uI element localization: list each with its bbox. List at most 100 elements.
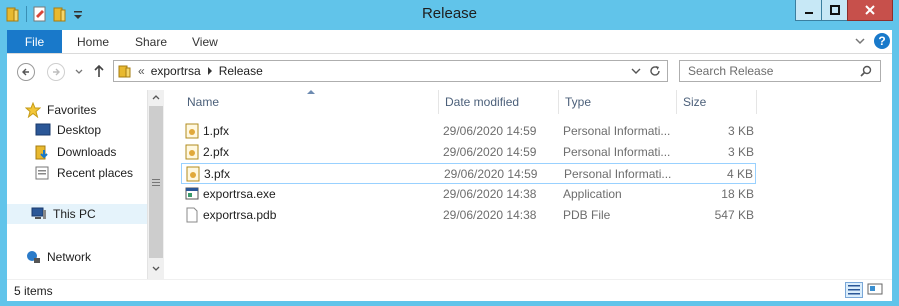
navigation-bar: « exportrsa Release: [7, 54, 892, 90]
file-list: Name Date modified Type Size 1.pfx 29/06…: [165, 90, 892, 279]
arrow-left-icon: [22, 68, 29, 76]
file-row[interactable]: 1.pfx 29/06/2020 14:59 Personal Informat…: [181, 121, 756, 142]
network-icon: [27, 251, 40, 263]
file-date: 29/06/2020 14:38: [443, 187, 537, 201]
close-icon: [865, 5, 875, 15]
certificate-icon: [185, 123, 199, 139]
nav-downloads[interactable]: Downloads: [35, 144, 116, 160]
nav-network-label: Network: [47, 250, 92, 264]
navigation-scrollbar[interactable]: [147, 90, 164, 279]
expand-ribbon-icon[interactable]: [854, 36, 866, 46]
file-name: exportrsa.pdb: [203, 208, 277, 222]
search-icon[interactable]: [860, 65, 872, 77]
address-bar[interactable]: « exportrsa Release: [113, 60, 668, 82]
computer-icon: [31, 207, 46, 219]
file-date: 29/06/2020 14:59: [443, 124, 537, 138]
breadcrumb-exportrsa[interactable]: exportrsa: [151, 64, 201, 78]
details-view-button[interactable]: [845, 282, 863, 298]
scroll-down-icon[interactable]: [152, 266, 160, 272]
nav-downloads-label: Downloads: [57, 145, 117, 159]
close-button[interactable]: [847, 0, 893, 21]
title-bar: Release: [0, 0, 899, 30]
file-name: 1.pfx: [203, 124, 230, 138]
status-bar: 5 items: [7, 279, 892, 301]
nav-recent-places-label: Recent places: [57, 166, 134, 180]
refresh-icon[interactable]: [649, 65, 661, 77]
application-icon: [185, 187, 199, 200]
tab-file[interactable]: File: [7, 30, 62, 53]
navigation-pane: Favorites Desktop Downloads Recent place…: [7, 90, 147, 279]
file-type: Personal Informati...: [563, 124, 671, 138]
column-header-type[interactable]: Type: [559, 90, 677, 114]
file-row[interactable]: 2.pfx 29/06/2020 14:59 Personal Informat…: [181, 142, 756, 163]
file-row[interactable]: exportrsa.pdb 29/06/2020 14:38 PDB File …: [181, 205, 756, 226]
nav-favorites[interactable]: Favorites: [25, 102, 96, 118]
grip-icon: [152, 179, 160, 186]
file-date: 29/06/2020 14:59: [443, 145, 537, 159]
file-size: 3 KB: [727, 124, 754, 138]
file-type: PDB File: [563, 208, 611, 222]
up-arrow-icon[interactable]: [93, 64, 105, 78]
minimize-icon: [804, 12, 813, 14]
help-icon[interactable]: ?: [874, 33, 890, 49]
breadcrumb-release[interactable]: Release: [219, 64, 263, 78]
tab-home[interactable]: Home: [77, 30, 109, 53]
file-icon: [186, 207, 198, 223]
file-row-selected[interactable]: 3.pfx 29/06/2020 14:59 Personal Informat…: [181, 163, 756, 184]
chevron-right-icon[interactable]: [207, 67, 213, 75]
nav-desktop[interactable]: Desktop: [35, 123, 101, 137]
arrow-right-icon: [53, 68, 60, 76]
maximize-icon: [829, 5, 840, 15]
file-size: 547 KB: [714, 208, 754, 222]
file-size: 4 KB: [726, 167, 753, 181]
nav-this-pc[interactable]: This PC: [7, 204, 147, 224]
breadcrumb-overflow[interactable]: «: [138, 64, 145, 78]
file-name: exportrsa.exe: [203, 187, 276, 201]
address-dropdown-icon[interactable]: [631, 67, 641, 75]
column-header-date-modified[interactable]: Date modified: [439, 90, 559, 114]
file-name: 3.pfx: [204, 167, 231, 181]
file-row[interactable]: exportrsa.exe 29/06/2020 14:38 Applicati…: [181, 184, 756, 205]
breadcrumb: « exportrsa Release: [118, 64, 263, 78]
item-count: 5 items: [14, 284, 53, 298]
file-size: 18 KB: [721, 187, 754, 201]
maximize-button[interactable]: [821, 0, 848, 21]
recent-places-icon: [35, 166, 49, 180]
nav-network[interactable]: Network: [25, 249, 91, 265]
downloads-icon: [35, 145, 48, 160]
recent-locations-icon[interactable]: [75, 68, 83, 76]
minimize-button[interactable]: [795, 0, 822, 21]
file-size: 3 KB: [727, 145, 754, 159]
ribbon-controls: ?: [854, 33, 890, 49]
column-header-size[interactable]: Size: [677, 90, 757, 114]
file-date: 29/06/2020 14:59: [444, 167, 538, 181]
search-box[interactable]: [679, 60, 881, 82]
explorer-window: Release File Home Share View ? « exportr…: [0, 0, 899, 306]
nav-recent-places[interactable]: Recent places: [35, 165, 133, 181]
certificate-icon: [185, 144, 199, 160]
folder-icon: [118, 65, 131, 78]
details-view-icon: [848, 285, 860, 295]
file-type: Application: [563, 187, 622, 201]
file-name: 2.pfx: [203, 145, 230, 159]
nav-favorites-label: Favorites: [47, 103, 97, 117]
star-icon: [25, 102, 41, 118]
large-icons-view-button[interactable]: [867, 282, 885, 298]
search-input[interactable]: [680, 61, 850, 81]
scroll-up-icon[interactable]: [152, 94, 160, 100]
window-title: Release: [421, 5, 478, 22]
file-type: Personal Informati...: [563, 145, 671, 159]
back-button[interactable]: [17, 63, 35, 81]
file-date: 29/06/2020 14:38: [443, 208, 537, 222]
scrollbar-thumb[interactable]: [149, 106, 163, 258]
nav-desktop-label: Desktop: [57, 123, 102, 137]
forward-button[interactable]: [47, 63, 65, 81]
tab-share[interactable]: Share: [135, 30, 167, 53]
tab-view[interactable]: View: [192, 30, 218, 53]
desktop-icon: [35, 123, 51, 136]
file-type: Personal Informati...: [564, 167, 672, 181]
large-icons-view-icon: [867, 283, 883, 295]
column-header-name[interactable]: Name: [181, 90, 439, 114]
nav-this-pc-label: This PC: [53, 207, 96, 221]
ribbon-tab-bar: File Home Share View ?: [7, 30, 892, 54]
